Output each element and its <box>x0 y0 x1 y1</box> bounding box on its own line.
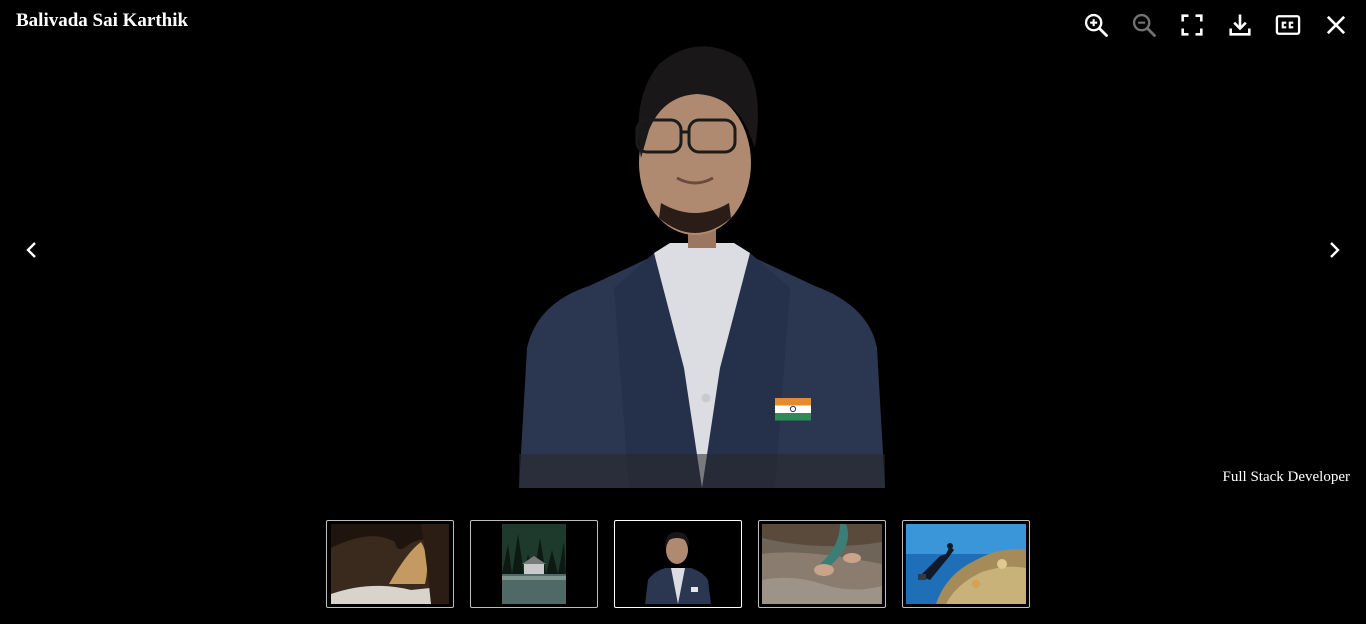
zoom-out-button[interactable] <box>1126 8 1162 42</box>
lake-cabin-photo <box>502 524 566 604</box>
lightbox-viewer: Balivada Sai Karthik Full Stack Develope… <box>0 0 1366 624</box>
caption-band <box>519 454 885 488</box>
underwater-diver-photo <box>906 524 1026 604</box>
download-button[interactable] <box>1222 8 1258 42</box>
thumbnail-strip <box>326 520 1030 608</box>
thumbnail[interactable] <box>326 520 454 608</box>
next-image-button[interactable] <box>1316 230 1352 270</box>
download-icon <box>1229 14 1251 36</box>
previous-image-button[interactable] <box>14 230 50 270</box>
closed-captions-icon <box>1275 15 1301 35</box>
toolbar <box>1078 8 1354 42</box>
portrait-photo <box>645 524 711 604</box>
thumbnail[interactable] <box>614 520 742 608</box>
fullscreen-button[interactable] <box>1174 8 1210 42</box>
image-title: Balivada Sai Karthik <box>16 10 189 31</box>
zoom-in-icon <box>1084 13 1108 37</box>
image-caption: Full Stack Developer <box>1222 469 1350 485</box>
main-image[interactable] <box>519 38 885 488</box>
thumbnail[interactable] <box>470 520 598 608</box>
zoom-in-button[interactable] <box>1078 8 1114 42</box>
cave-photo <box>331 524 449 604</box>
hands-water-photo <box>762 524 882 604</box>
zoom-out-icon <box>1132 13 1156 37</box>
chevron-left-icon <box>26 242 36 258</box>
portrait-photo <box>519 46 885 488</box>
close-button[interactable] <box>1318 8 1354 42</box>
close-icon <box>1326 15 1346 35</box>
thumbnail[interactable] <box>758 520 886 608</box>
chevron-right-icon <box>1330 242 1340 258</box>
thumbnail[interactable] <box>902 520 1030 608</box>
fullscreen-icon <box>1181 14 1203 36</box>
captions-button[interactable] <box>1270 8 1306 42</box>
